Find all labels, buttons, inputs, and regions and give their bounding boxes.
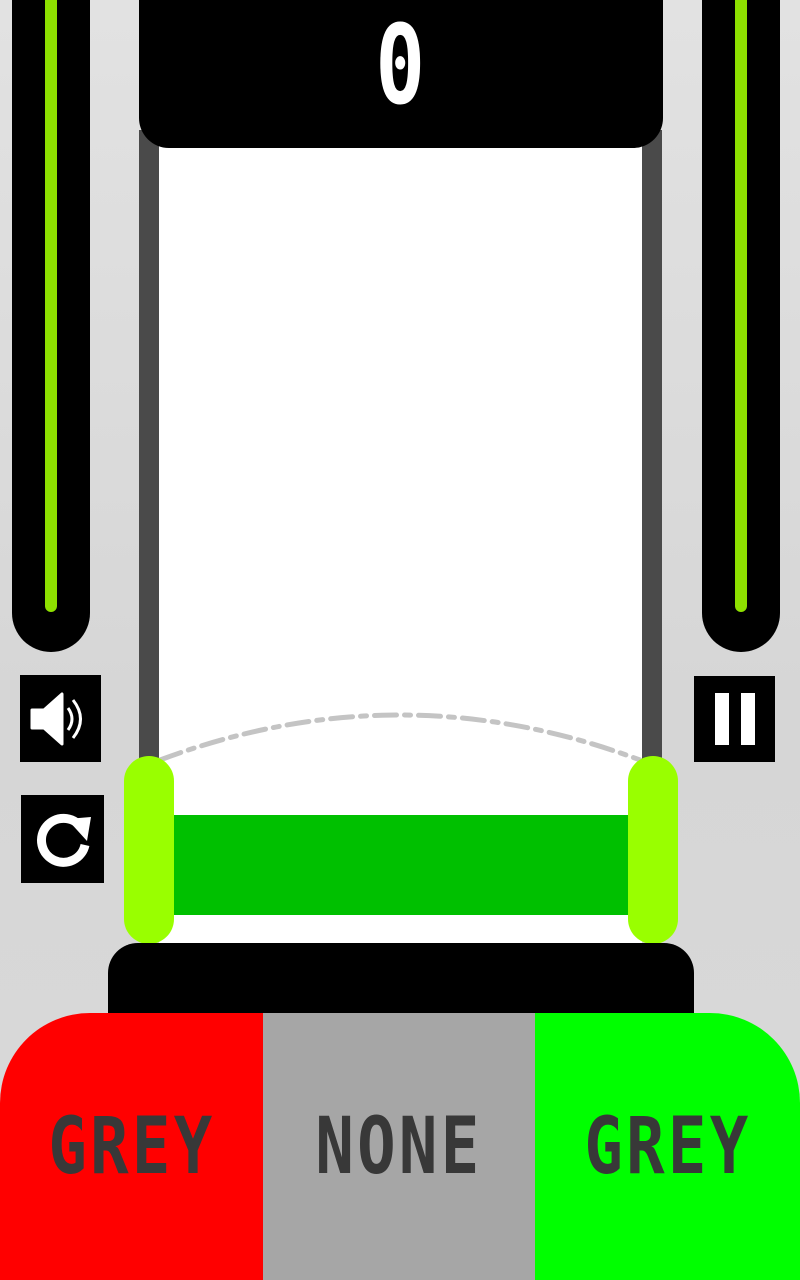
tube-clamp-left bbox=[124, 756, 174, 944]
tube-clamp-right bbox=[628, 756, 678, 944]
restart-button[interactable] bbox=[21, 795, 104, 883]
left-timer-bar bbox=[12, 0, 90, 652]
choice-center-button[interactable]: NONE bbox=[263, 1013, 535, 1280]
liquid-fill bbox=[159, 815, 642, 915]
left-timer-track bbox=[45, 0, 57, 612]
drop-trajectory-arc bbox=[157, 712, 643, 763]
choice-right-button[interactable]: GREY bbox=[535, 1013, 800, 1280]
tube-wall-left bbox=[139, 130, 159, 770]
left-timer-fill bbox=[45, 0, 57, 612]
right-timer-fill bbox=[735, 0, 747, 612]
pause-button[interactable] bbox=[694, 676, 775, 762]
restart-icon bbox=[36, 813, 91, 867]
choice-right-label: GREY bbox=[583, 1101, 752, 1192]
choice-center-label: NONE bbox=[315, 1101, 483, 1192]
sound-button[interactable] bbox=[20, 675, 101, 762]
right-timer-track bbox=[735, 0, 747, 612]
pause-icon bbox=[714, 693, 755, 745]
speaker-icon bbox=[30, 692, 82, 745]
tube-wall-right bbox=[642, 130, 662, 770]
right-timer-bar bbox=[702, 0, 780, 652]
score-value: 0 bbox=[375, 1, 427, 129]
choice-left-button[interactable]: GREY bbox=[0, 1013, 263, 1280]
choice-left-label: GREY bbox=[47, 1101, 216, 1192]
